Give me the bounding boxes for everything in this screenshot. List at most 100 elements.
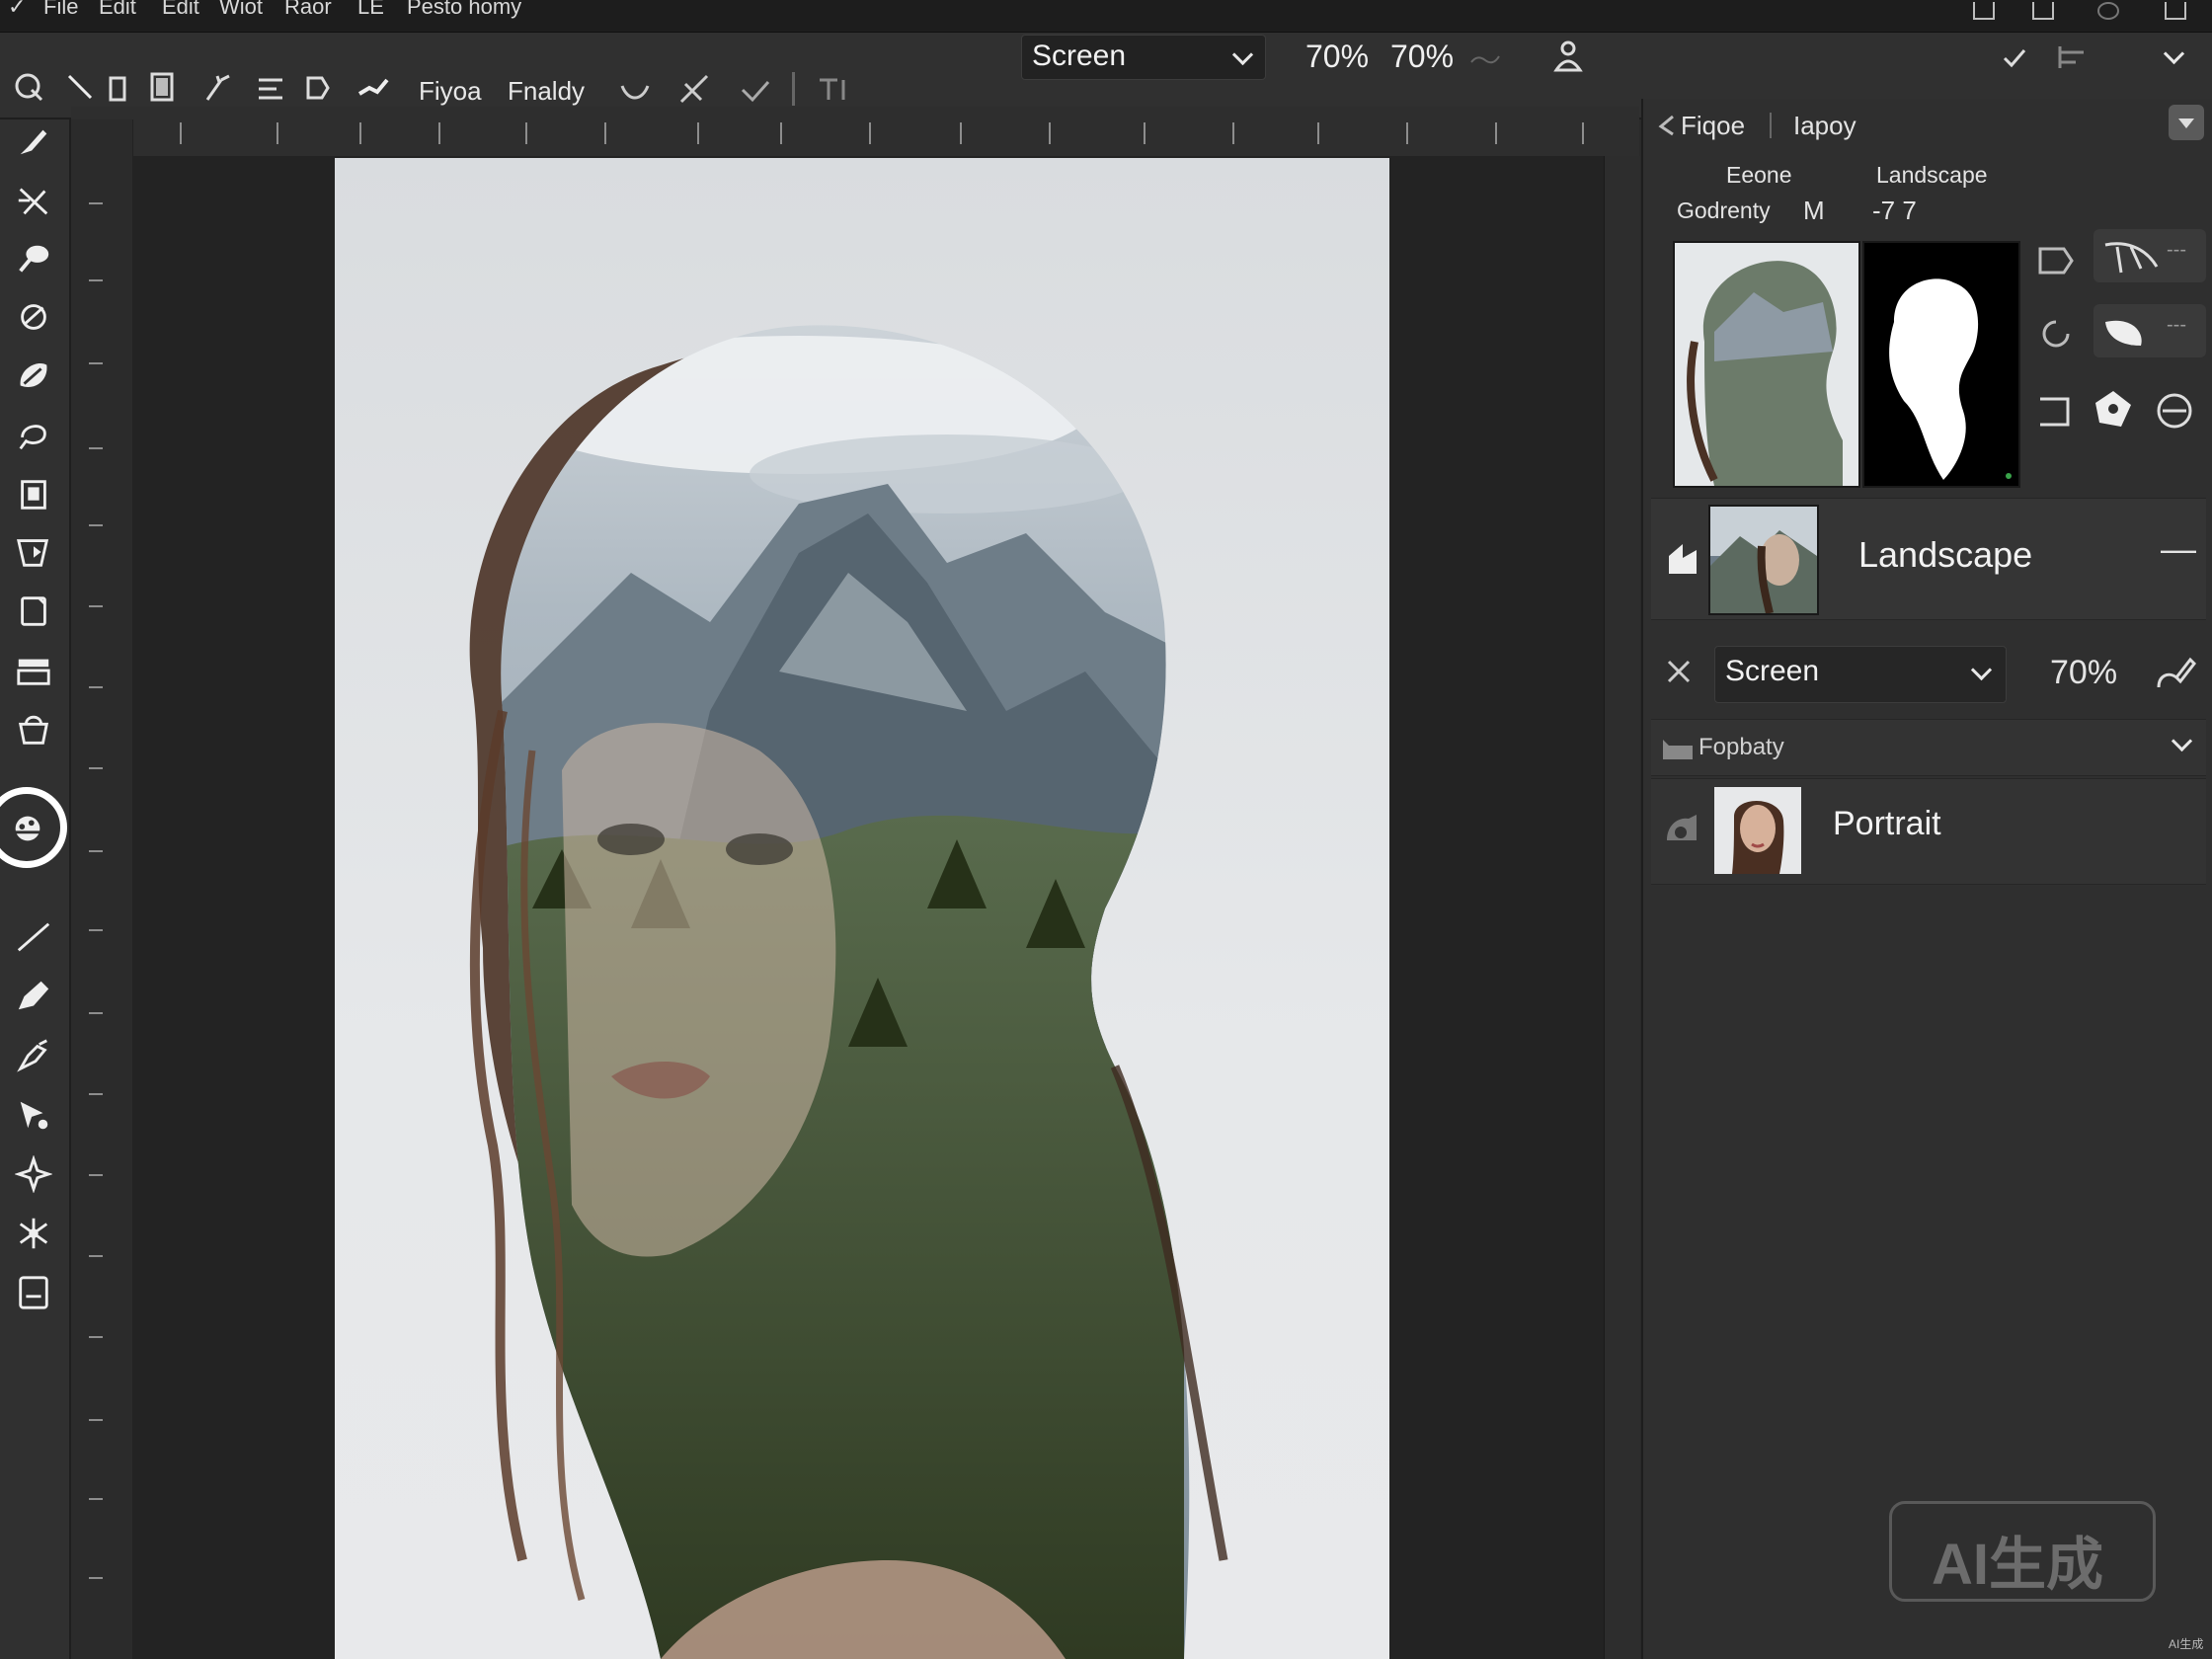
mask-tool-button-1[interactable]: --- (2094, 229, 2206, 282)
shape-tool-icon[interactable] (302, 72, 334, 104)
transform-tool[interactable] (12, 1212, 55, 1255)
pencil-tool[interactable] (12, 975, 55, 1018)
ruler-tick (960, 122, 962, 144)
ruler-tick (89, 929, 103, 931)
layer-blend-dropdown[interactable]: Screen (1714, 646, 2007, 703)
lasso-tool-icon[interactable] (14, 72, 45, 104)
minus-circle-icon[interactable] (2155, 391, 2194, 431)
shape-tool[interactable] (12, 530, 55, 574)
chevron-down-icon (1970, 659, 1993, 681)
properties-panel: Fiqoe Iapoy Eeone Landscape Godrenty M -… (1641, 99, 2212, 1659)
options-text-fnaldy[interactable]: Fnaldy (508, 76, 585, 107)
maximize-icon[interactable] (2165, 2, 2186, 20)
layer-link-icon[interactable] (1665, 540, 1700, 578)
group-expand-chevron-icon[interactable] (2171, 730, 2193, 752)
ruler-tick (438, 122, 440, 144)
mask-thumbnail[interactable] (1862, 241, 2020, 488)
menu-bar: ✓ File Edit Edit Wiot Raor LE Pesto homy (0, 0, 2212, 33)
layer-visibility-icon[interactable] (1663, 811, 1700, 848)
sparkle-tool[interactable] (12, 1152, 55, 1196)
window-icon[interactable] (2032, 2, 2054, 20)
checkmark-icon[interactable] (2001, 46, 2028, 70)
mask-label-godrenty: Godrenty (1677, 198, 1771, 223)
marquee-icon[interactable] (103, 76, 134, 104)
menu-pesto-homy[interactable]: Pesto homy (407, 0, 521, 20)
lasso-tool[interactable] (12, 414, 55, 457)
settings-lines-icon[interactable] (2054, 42, 2090, 72)
watermark-text: AI生成 (1932, 1533, 2104, 1597)
align-icon[interactable] (255, 74, 286, 104)
refresh-icon[interactable] (2036, 314, 2076, 354)
profile-icon[interactable] (2097, 2, 2119, 20)
layer-opacity-value[interactable]: 70% (2050, 654, 2117, 692)
layer-row-landscape[interactable]: Landscape — (1651, 498, 2206, 620)
path-select-tool[interactable] (12, 1093, 55, 1137)
pen-tool-icon[interactable] (677, 72, 713, 106)
mask-icon-m[interactable]: M (1803, 196, 1825, 226)
landscape-thumbnail-image (1710, 507, 1817, 613)
menu-file[interactable]: File (43, 0, 78, 20)
app-icon[interactable]: ✓ (8, 0, 26, 20)
tab-fiqoe[interactable]: Fiqoe (1681, 111, 1745, 141)
frame-tool[interactable] (12, 473, 55, 516)
vertical-scrollbar[interactable] (1604, 156, 1640, 1659)
opacity-value[interactable]: 70% (1305, 39, 1369, 75)
layer-remove-button[interactable]: — (2161, 528, 2196, 570)
layer-name-portrait[interactable]: Portrait (1833, 805, 1941, 843)
path-icon[interactable] (618, 78, 652, 104)
pen-tool[interactable] (12, 1034, 55, 1077)
mask-icon-link[interactable]: -7 7 (1872, 196, 1917, 226)
eyedropper-tool[interactable] (12, 238, 55, 281)
panel-menu-button[interactable] (2169, 105, 2204, 140)
crop-tool[interactable] (12, 179, 55, 222)
menu-edit-2[interactable]: Edit (162, 0, 199, 20)
horizontal-ruler (71, 107, 1639, 157)
artboard-double-exposure[interactable] (335, 158, 1389, 1659)
menu-edit[interactable]: Edit (99, 0, 136, 20)
menu-raor[interactable]: Raor (284, 0, 332, 20)
corner-icon[interactable] (2036, 391, 2076, 431)
bucket-tool[interactable] (12, 708, 55, 751)
rect-tool[interactable] (12, 590, 55, 633)
options-text-fiyoa[interactable]: Fiyoa (419, 76, 482, 107)
close-icon[interactable] (1665, 658, 1693, 685)
frame-icon (21, 480, 46, 510)
blob-brush-tool[interactable] (12, 355, 55, 398)
tab-iapoy[interactable]: Iapoy (1793, 111, 1856, 141)
ruler-tick (89, 362, 103, 364)
share-icon[interactable] (1973, 2, 1995, 20)
brush-stroke-icon[interactable] (356, 74, 391, 104)
brush-edit-icon[interactable] (2153, 652, 2196, 695)
layer-name-landscape[interactable]: Landscape (1858, 534, 2032, 576)
tilde-icon[interactable] (1467, 46, 1503, 72)
collapse-chevron-icon[interactable] (2163, 42, 2185, 65)
rectangle-icon[interactable] (148, 72, 178, 104)
text-tool-icon[interactable] (816, 76, 855, 104)
magic-wand-icon[interactable] (201, 72, 233, 104)
bucket-icon (18, 715, 49, 745)
vertical-ruler (71, 119, 133, 1659)
blend-mode-dropdown[interactable]: Screen (1021, 35, 1266, 80)
back-arrow-icon[interactable] (1657, 115, 1677, 136)
fill-value[interactable]: 70% (1390, 39, 1454, 75)
ruler-tick (89, 1577, 103, 1579)
menu-le[interactable]: LE (357, 0, 384, 20)
selection-arrow-icon[interactable] (65, 72, 97, 104)
curve-icon[interactable] (739, 76, 772, 104)
mask-shape-icon[interactable] (2036, 243, 2076, 278)
brush-tool[interactable] (12, 119, 55, 163)
note-tool[interactable] (12, 1271, 55, 1314)
layer-group-row[interactable]: Fopbaty (1651, 719, 2206, 776)
diamond-icon[interactable] (2092, 387, 2135, 431)
layers-tool[interactable] (12, 649, 55, 692)
group-label: Fopbaty (1698, 734, 1784, 760)
menu-wiot[interactable]: Wiot (219, 0, 263, 20)
line-tool[interactable] (12, 915, 55, 959)
healing-tool[interactable] (12, 295, 55, 339)
healing-icon (21, 304, 46, 330)
mask-tool-button-2[interactable]: --- (2094, 304, 2206, 357)
active-tool-highlight[interactable] (0, 787, 67, 868)
layer-row-portrait[interactable]: Portrait (1651, 778, 2206, 885)
pressure-icon[interactable] (1550, 39, 1586, 74)
composite-thumbnail[interactable] (1673, 241, 1860, 488)
